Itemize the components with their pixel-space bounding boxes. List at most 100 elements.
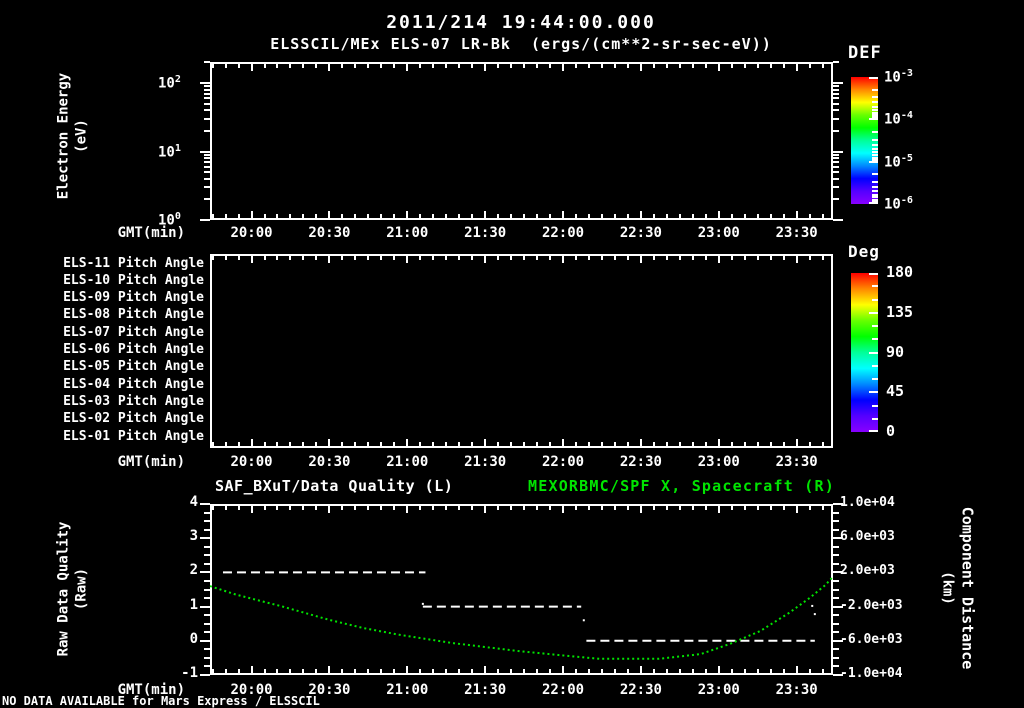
cb-minor-tick [872, 180, 878, 183]
x-minor-tick [445, 256, 448, 260]
x-major-tick [562, 211, 565, 218]
x-major-tick [484, 439, 487, 446]
x-minor-tick [458, 506, 461, 510]
x-minor-tick [432, 64, 435, 68]
x-minor-tick [224, 506, 227, 510]
cb-minor-tick [872, 147, 878, 150]
x-minor-tick [471, 506, 474, 510]
x-minor-tick [769, 506, 772, 510]
x-minor-tick [367, 256, 370, 260]
x-minor-tick [302, 214, 305, 218]
x-minor-tick [380, 256, 383, 260]
x-major-tick [795, 64, 798, 71]
x-minor-tick [224, 669, 227, 673]
x-major-tick [406, 211, 409, 218]
x-minor-tick [730, 669, 733, 673]
x-major-tick [406, 506, 409, 513]
y-minor-tick [833, 545, 839, 548]
y-major-tick [200, 537, 210, 540]
x-minor-tick [704, 214, 707, 218]
x-tick-label: 22:00 [541, 682, 585, 698]
x-major-tick [250, 506, 253, 513]
x-major-tick [562, 506, 565, 513]
x-minor-tick [471, 214, 474, 218]
x-minor-tick [211, 256, 214, 260]
x-minor-tick [600, 669, 603, 673]
x-minor-tick [808, 669, 811, 673]
x-minor-tick [678, 506, 681, 510]
timeseries-plot-area [209, 571, 834, 660]
p3-y-right-label-line1: Component Distance [958, 506, 977, 670]
els-row-label: ELS-08 Pitch Angle [63, 307, 204, 322]
y-minor-tick [833, 88, 839, 91]
x-minor-tick [419, 214, 422, 218]
x-minor-tick [354, 64, 357, 68]
y-minor-tick [833, 648, 839, 651]
x-minor-tick [587, 506, 590, 510]
x-major-tick [795, 666, 798, 673]
x-minor-tick [691, 64, 694, 68]
deg-cb-tick-label: 180 [886, 263, 914, 281]
x-minor-tick [497, 506, 500, 510]
x-major-tick [639, 211, 642, 218]
x-minor-tick [575, 256, 577, 260]
x-minor-tick [743, 64, 746, 68]
x-minor-tick [237, 64, 240, 68]
cb-minor-tick [872, 364, 878, 367]
x-minor-tick [315, 64, 318, 68]
y-minor-tick [204, 165, 210, 168]
x-minor-tick [691, 442, 694, 446]
x-major-tick [717, 439, 720, 446]
x-minor-tick [393, 214, 396, 218]
y-major-tick [833, 219, 843, 221]
x-minor-tick [315, 442, 318, 446]
x-minor-tick [523, 64, 526, 68]
x-minor-tick [549, 669, 552, 673]
x-minor-tick [782, 214, 785, 218]
x-major-tick [639, 666, 642, 673]
x-minor-tick [691, 506, 694, 510]
x-minor-tick [341, 64, 344, 68]
x-minor-tick [678, 669, 681, 673]
x-tick-label: 23:00 [697, 225, 740, 241]
x-minor-tick [549, 506, 552, 510]
cb-major-tick [869, 77, 878, 79]
x-minor-tick [510, 506, 513, 510]
x-minor-tick [276, 506, 279, 510]
x-minor-tick [289, 442, 292, 446]
y-minor-tick [204, 92, 210, 95]
x-minor-tick [224, 214, 227, 218]
y-minor-tick [204, 177, 210, 180]
x-minor-tick [315, 214, 318, 218]
x-minor-tick [536, 669, 539, 673]
y-minor-tick [204, 88, 210, 91]
x-minor-tick [536, 64, 539, 68]
x-minor-tick [341, 442, 344, 446]
p3-y-left-tick-label: 1 [189, 596, 198, 613]
cb-minor-tick [872, 378, 878, 380]
x-minor-tick [652, 669, 655, 673]
y-minor-tick [833, 85, 839, 88]
x-minor-tick [419, 669, 422, 673]
x-minor-tick [626, 256, 629, 260]
y-major-tick [833, 82, 843, 84]
x-minor-tick [341, 506, 344, 510]
x-minor-tick [536, 214, 539, 218]
data-quality-stray-point [421, 602, 424, 605]
x-minor-tick [730, 256, 733, 260]
y-minor-tick [204, 665, 210, 668]
p3-y-left-tick-label: 3 [189, 528, 198, 545]
x-major-tick [328, 666, 331, 673]
x-minor-tick [211, 64, 214, 68]
x-minor-tick [769, 669, 772, 673]
x-major-tick [717, 64, 720, 71]
x-minor-tick [523, 256, 526, 260]
cb-major-tick [869, 311, 878, 314]
x-major-tick [406, 666, 409, 673]
x-minor-tick [510, 442, 513, 446]
x-tick-label: 20:00 [230, 454, 273, 470]
x-minor-tick [575, 442, 577, 446]
x-major-tick [639, 256, 642, 263]
x-minor-tick [821, 442, 824, 446]
cb-major-tick [869, 160, 878, 163]
